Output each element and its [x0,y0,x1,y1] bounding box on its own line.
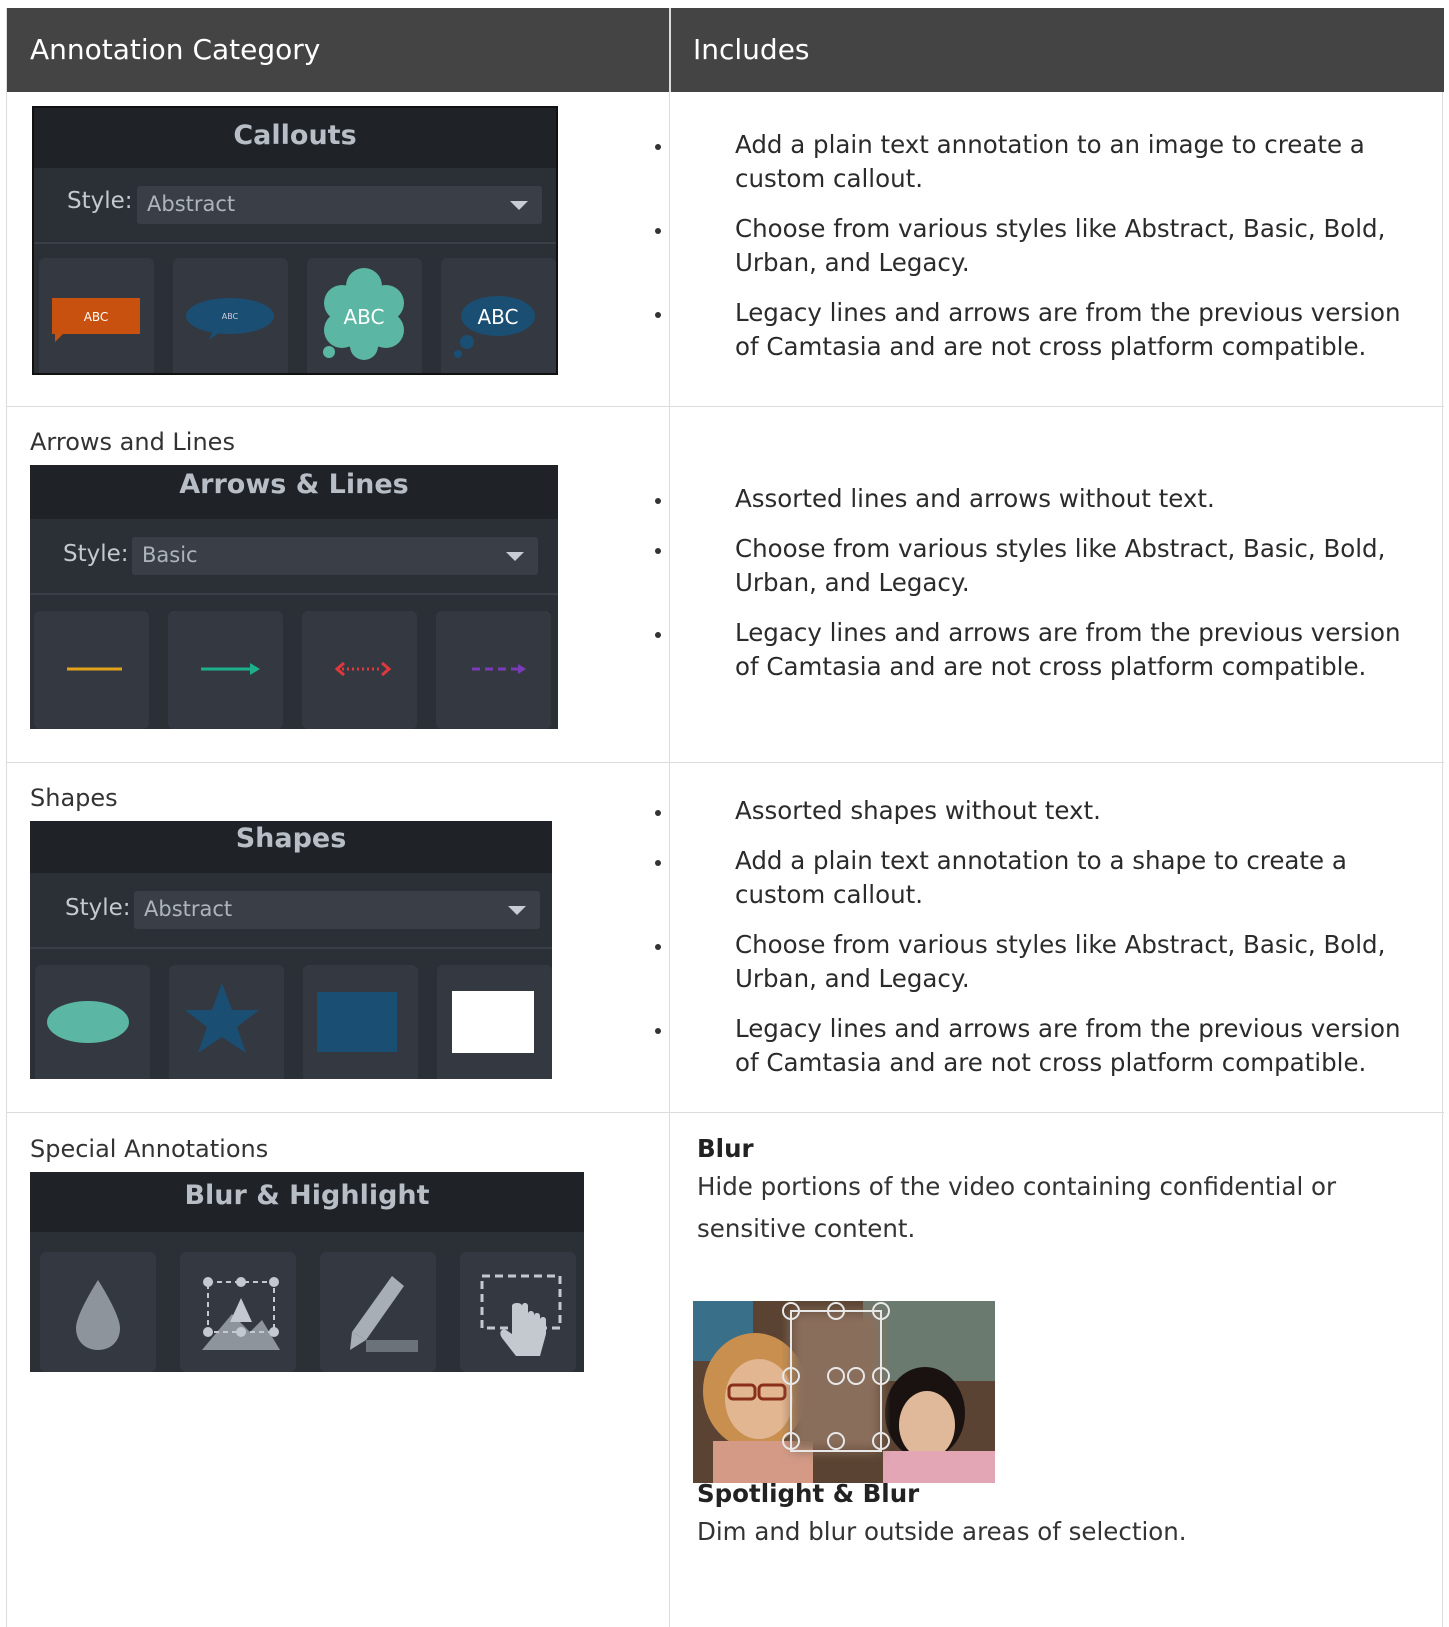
spotlight-hotspot-icon [480,1274,562,1356]
square-shape-icon [317,992,397,1052]
callout-tile-cloud[interactable]: ABC [307,258,422,373]
style-dropdown[interactable]: Basic [132,537,538,575]
spotlight-title: Spotlight & Blur [697,1479,920,1508]
dashed-arrow-icon [472,664,526,674]
panel-title: Shapes [30,821,552,873]
blur-highlight-panel: Blur & Highlight [30,1172,584,1372]
style-label: Style: [67,188,133,214]
panel-title: Arrows & Lines [30,465,558,519]
annotation-table: Annotation Category Includes Callouts St… [6,8,1444,1627]
thought-callout-icon: ABC [454,296,535,358]
list-item: Add a plain text annotation to an image … [655,128,1417,196]
callout-tile-oval[interactable]: ABC [173,258,288,373]
style-value: Basic [142,543,198,567]
style-dropdown[interactable]: Abstract [137,186,542,224]
callout-tile-text: ABC [477,305,518,329]
callout-tile-text: ABC [84,310,109,324]
shape-tile-square[interactable] [303,965,418,1079]
line-tile-double-arrow[interactable] [302,611,417,729]
spotlight-description: Dim and blur outside areas of selection. [697,1517,1187,1546]
style-label: Style: [65,895,131,921]
line-tile-arrow[interactable] [168,611,283,729]
panel-title: Callouts [34,108,556,168]
special-tile-blur[interactable] [40,1252,156,1372]
list-item: Assorted shapes without text. [655,794,1417,828]
blur-description: Hide portions of the video containing co… [697,1172,1337,1243]
callout-tile-thought[interactable]: ABC [441,258,556,373]
row-divider [7,762,1444,763]
arrows-bullets: Assorted lines and arrows without text. … [655,482,1417,700]
chevron-down-icon [510,201,528,210]
list-item: Choose from various styles like Abstract… [655,212,1417,280]
line-tile-dashed-arrow[interactable] [436,611,551,729]
column-divider [669,92,670,1627]
blur-example-photo [693,1301,995,1483]
chevron-down-icon [506,552,524,561]
blur-title: Blur [697,1134,754,1163]
special-tile-spotlight[interactable] [460,1252,576,1372]
plain-line-icon [67,667,122,671]
white-rectangle-shape-icon [452,991,534,1053]
blur-example-image [693,1301,995,1483]
cloud-callout-icon: ABC [323,268,404,360]
rectangle-callout-icon: ABC [52,298,140,342]
arrow-right-icon [201,663,260,675]
panel-divider [30,593,558,595]
style-dropdown[interactable]: Abstract [134,891,540,929]
style-label: Style: [63,541,129,567]
header-annotation-category: Annotation Category [30,33,321,66]
interactive-hotspot-shape-icon [202,1277,280,1350]
callout-tile-rectangle[interactable]: ABC [39,258,154,373]
blur-drop-icon [76,1280,120,1350]
row-label-shapes: Shapes [30,784,118,812]
line-tile-plain[interactable] [34,611,149,729]
shapes-panel: Shapes Style: Abstract [30,821,552,1079]
shapes-bullets: Assorted shapes without text. Add a plai… [655,794,1417,1096]
style-value: Abstract [147,192,236,216]
chevron-down-icon [508,906,526,915]
list-item: Legacy lines and arrows are from the pre… [655,616,1417,684]
list-item: Add a plain text annotation to a shape t… [655,844,1417,912]
list-item: Choose from various styles like Abstract… [655,532,1417,600]
list-item: Choose from various styles like Abstract… [655,928,1417,996]
double-arrow-dotted-icon [334,661,392,677]
special-tile-highlight[interactable] [320,1252,436,1372]
ellipse-shape-icon [47,1001,129,1043]
panel-divider [30,947,552,949]
callouts-panel: Callouts Style: Abstract ABC ABC ABC ABC [32,106,558,375]
row-label-special: Special Annotations [30,1135,269,1163]
panel-title: Blur & Highlight [30,1172,584,1232]
header-includes: Includes [693,33,810,66]
row-divider [7,406,1444,407]
style-value: Abstract [144,897,233,921]
header-divider [669,8,671,92]
oval-callout-icon: ABC [186,298,274,340]
shape-tile-white-square[interactable] [437,965,552,1079]
callout-tile-text: ABC [222,312,239,321]
shape-tile-star[interactable] [169,965,284,1079]
list-item: Legacy lines and arrows are from the pre… [655,296,1417,364]
list-item: Assorted lines and arrows without text. [655,482,1417,516]
shape-tile-ellipse[interactable] [35,965,150,1079]
callout-tile-text: ABC [343,305,384,329]
panel-divider [34,242,556,244]
callouts-bullets: Add a plain text annotation to an image … [655,128,1417,380]
row-divider [7,1112,1444,1113]
arrows-panel: Arrows & Lines Style: Basic [30,465,558,729]
table-header: Annotation Category Includes [7,8,1444,92]
highlight-pen-icon [350,1276,418,1352]
special-tile-interactive-hotspot[interactable] [180,1252,296,1372]
list-item: Legacy lines and arrows are from the pre… [655,1012,1417,1080]
star-shape-icon [185,983,259,1053]
row-label-arrows: Arrows and Lines [30,428,235,456]
